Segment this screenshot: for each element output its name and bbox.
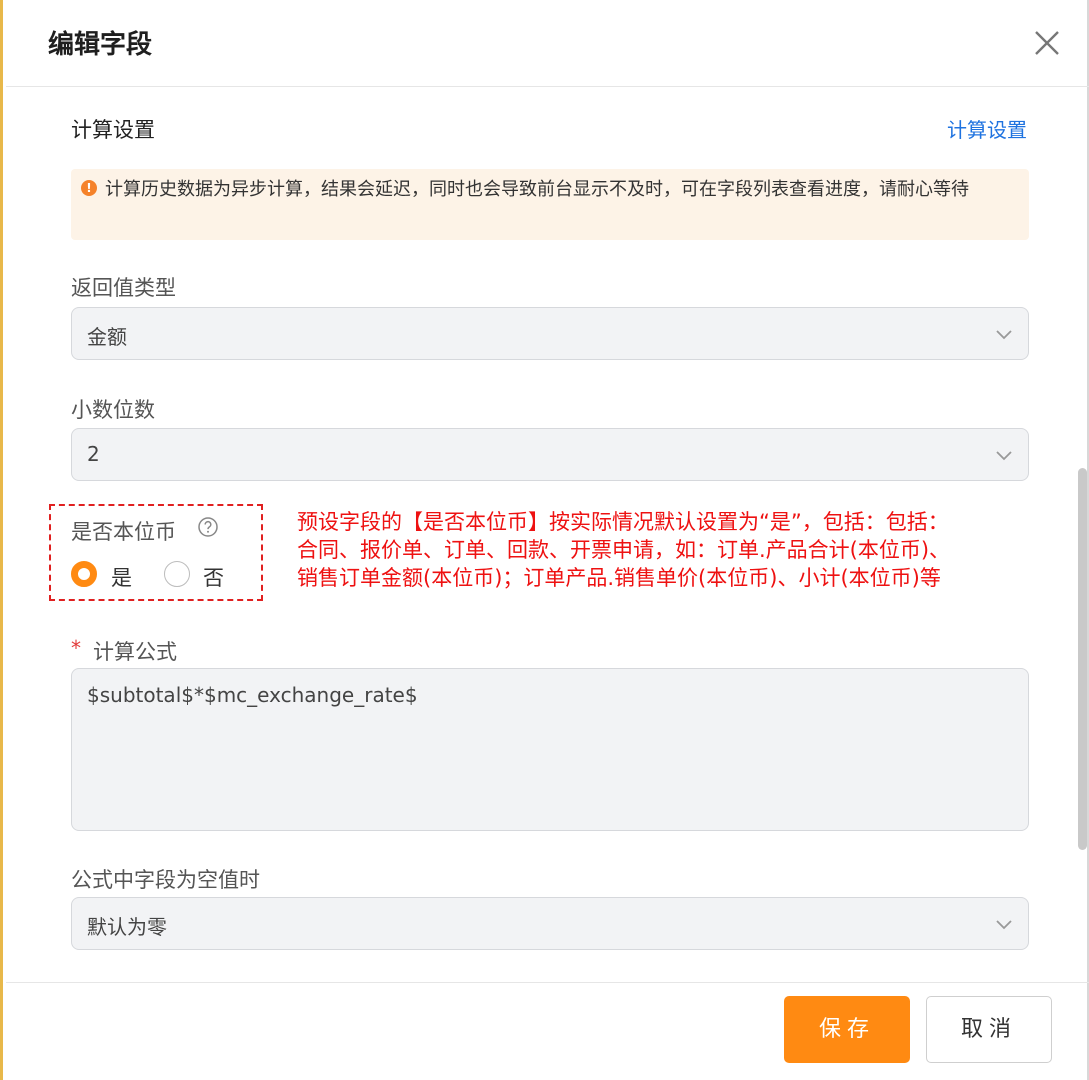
scrollbar[interactable] bbox=[1078, 468, 1087, 850]
empty-value-value: 默认为零 bbox=[87, 915, 167, 939]
dialog-header: 编辑字段 bbox=[6, 0, 1089, 87]
formula-value: $subtotal$*$mc_exchange_rate$ bbox=[87, 683, 418, 707]
chevron-down-icon bbox=[996, 330, 1012, 340]
decimals-label: 小数位数 bbox=[71, 398, 155, 422]
required-mark: * bbox=[71, 636, 81, 660]
dialog-title: 编辑字段 bbox=[48, 30, 153, 60]
chevron-down-icon bbox=[996, 451, 1012, 461]
formula-input[interactable]: $subtotal$*$mc_exchange_rate$ bbox=[71, 668, 1029, 831]
calc-section-title: 计算设置 bbox=[71, 118, 155, 142]
empty-value-label: 公式中字段为空值时 bbox=[71, 868, 260, 892]
annotation-text: 预设字段的【是否本位币】按实际情况默认设置为“是”，包括：包括：合同、报价单、订… bbox=[297, 510, 951, 590]
notice-text: 计算历史数据为异步计算，结果会延迟，同时也会导致前台显示不及时，可在字段列表查看… bbox=[105, 179, 969, 200]
return-type-select[interactable]: 金额 bbox=[71, 307, 1029, 360]
save-button[interactable]: 保存 bbox=[784, 996, 910, 1063]
return-type-value: 金额 bbox=[87, 325, 127, 349]
chevron-down-icon bbox=[996, 920, 1012, 930]
radio-yes-label: 是 bbox=[111, 566, 132, 590]
radio-no[interactable] bbox=[164, 561, 190, 587]
formula-label: 计算公式 bbox=[93, 640, 177, 664]
decimals-value: 2 bbox=[87, 442, 100, 466]
close-icon[interactable] bbox=[1030, 26, 1064, 60]
return-type-label: 返回值类型 bbox=[71, 276, 176, 300]
help-icon[interactable] bbox=[197, 516, 219, 538]
footer-divider bbox=[6, 982, 1089, 983]
cancel-button[interactable]: 取消 bbox=[926, 996, 1052, 1063]
radio-no-label: 否 bbox=[203, 566, 224, 590]
radio-yes[interactable] bbox=[71, 561, 97, 587]
empty-value-select[interactable]: 默认为零 bbox=[71, 897, 1029, 950]
warning-icon: ! bbox=[81, 180, 97, 196]
edit-field-dialog: 编辑字段 计算设置 计算设置 计算历史数据为异步计算，结果会延迟，同时也会导致前… bbox=[0, 0, 1089, 1080]
decimals-select[interactable]: 2 bbox=[71, 428, 1029, 481]
calc-settings-link[interactable]: 计算设置 bbox=[947, 114, 1027, 143]
local-currency-label: 是否本位币 bbox=[71, 520, 176, 544]
async-notice: 计算历史数据为异步计算，结果会延迟，同时也会导致前台显示不及时，可在字段列表查看… bbox=[71, 169, 1029, 240]
